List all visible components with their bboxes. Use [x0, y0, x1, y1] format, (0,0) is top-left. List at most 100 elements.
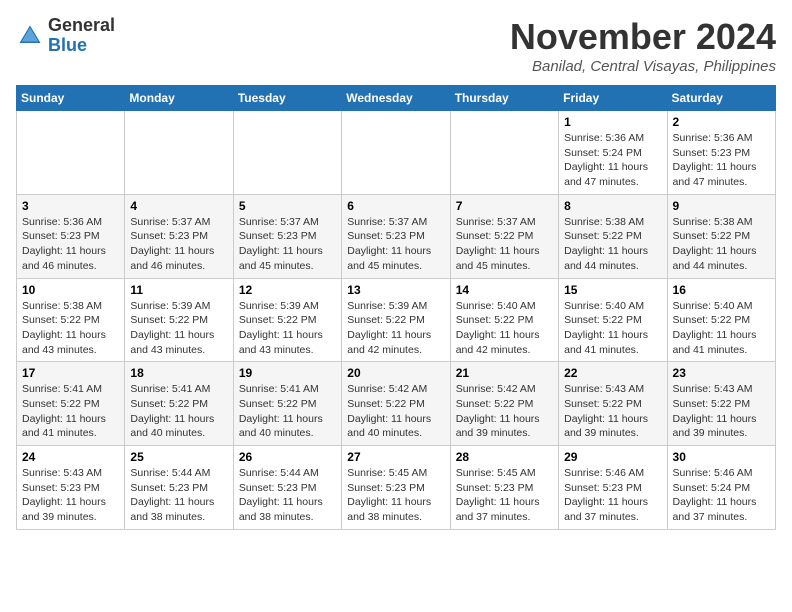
- day-info: Sunrise: 5:40 AM Sunset: 5:22 PM Dayligh…: [564, 299, 661, 358]
- day-number: 16: [673, 283, 770, 297]
- month-title: November 2024: [510, 16, 776, 58]
- day-info: Sunrise: 5:38 AM Sunset: 5:22 PM Dayligh…: [22, 299, 119, 358]
- calendar-cell: 7 Sunrise: 5:37 AM Sunset: 5:22 PM Daylig…: [450, 194, 558, 278]
- day-info: Sunrise: 5:41 AM Sunset: 5:22 PM Dayligh…: [22, 382, 119, 441]
- location: Banilad, Central Visayas, Philippines: [510, 58, 776, 75]
- calendar-cell: 18 Sunrise: 5:41 AM Sunset: 5:22 PM Dayli…: [125, 362, 233, 446]
- day-number: 9: [673, 199, 770, 213]
- calendar-table: SundayMondayTuesdayWednesdayThursdayFrid…: [16, 85, 776, 530]
- day-info: Sunrise: 5:41 AM Sunset: 5:22 PM Dayligh…: [239, 382, 336, 441]
- day-number: 14: [456, 283, 553, 297]
- day-number: 30: [673, 450, 770, 464]
- calendar-week-row: 10 Sunrise: 5:38 AM Sunset: 5:22 PM Dayli…: [17, 278, 776, 362]
- logo-icon: [16, 22, 44, 50]
- day-info: Sunrise: 5:39 AM Sunset: 5:22 PM Dayligh…: [239, 299, 336, 358]
- calendar-cell: 20Sunrise: 5:42 AM Sunset: 5:22 PM Dayli…: [342, 362, 450, 446]
- weekday-header: Thursday: [450, 86, 558, 111]
- day-number: 3: [22, 199, 119, 213]
- day-info: Sunrise: 5:36 AM Sunset: 5:23 PM Dayligh…: [22, 215, 119, 274]
- calendar-cell: 21 Sunrise: 5:42 AM Sunset: 5:22 PM Dayli…: [450, 362, 558, 446]
- calendar-cell: 1Sunrise: 5:36 AM Sunset: 5:24 PM Daylig…: [559, 111, 667, 195]
- calendar-cell: [342, 111, 450, 195]
- calendar-cell: 28 Sunrise: 5:45 AM Sunset: 5:23 PM Dayli…: [450, 446, 558, 530]
- calendar-cell: 16Sunrise: 5:40 AM Sunset: 5:22 PM Dayli…: [667, 278, 775, 362]
- day-info: Sunrise: 5:37 AM Sunset: 5:22 PM Dayligh…: [456, 215, 553, 274]
- day-info: Sunrise: 5:42 AM Sunset: 5:22 PM Dayligh…: [456, 382, 553, 441]
- calendar-cell: 27 Sunrise: 5:45 AM Sunset: 5:23 PM Dayli…: [342, 446, 450, 530]
- day-info: Sunrise: 5:43 AM Sunset: 5:23 PM Dayligh…: [22, 466, 119, 525]
- day-number: 15: [564, 283, 661, 297]
- day-info: Sunrise: 5:42 AM Sunset: 5:22 PM Dayligh…: [347, 382, 444, 441]
- calendar-week-row: 1Sunrise: 5:36 AM Sunset: 5:24 PM Daylig…: [17, 111, 776, 195]
- logo-blue: Blue: [48, 35, 87, 55]
- calendar-cell: 24 Sunrise: 5:43 AM Sunset: 5:23 PM Dayli…: [17, 446, 125, 530]
- day-info: Sunrise: 5:39 AM Sunset: 5:22 PM Dayligh…: [130, 299, 227, 358]
- calendar-cell: 25 Sunrise: 5:44 AM Sunset: 5:23 PM Dayli…: [125, 446, 233, 530]
- day-number: 25: [130, 450, 227, 464]
- weekday-header: Monday: [125, 86, 233, 111]
- title-section: November 2024 Banilad, Central Visayas, …: [510, 16, 776, 75]
- day-number: 10: [22, 283, 119, 297]
- calendar-cell: 17Sunrise: 5:41 AM Sunset: 5:22 PM Dayli…: [17, 362, 125, 446]
- calendar-cell: 23 Sunrise: 5:43 AM Sunset: 5:22 PM Dayli…: [667, 362, 775, 446]
- calendar-cell: 3 Sunrise: 5:36 AM Sunset: 5:23 PM Daylig…: [17, 194, 125, 278]
- day-number: 1: [564, 115, 661, 129]
- day-number: 22: [564, 366, 661, 380]
- calendar-week-row: 17Sunrise: 5:41 AM Sunset: 5:22 PM Dayli…: [17, 362, 776, 446]
- day-info: Sunrise: 5:45 AM Sunset: 5:23 PM Dayligh…: [456, 466, 553, 525]
- calendar-cell: 26 Sunrise: 5:44 AM Sunset: 5:23 PM Dayli…: [233, 446, 341, 530]
- logo-general: General: [48, 15, 115, 35]
- calendar-cell: 19Sunrise: 5:41 AM Sunset: 5:22 PM Dayli…: [233, 362, 341, 446]
- day-info: Sunrise: 5:37 AM Sunset: 5:23 PM Dayligh…: [239, 215, 336, 274]
- day-info: Sunrise: 5:43 AM Sunset: 5:22 PM Dayligh…: [564, 382, 661, 441]
- day-info: Sunrise: 5:38 AM Sunset: 5:22 PM Dayligh…: [673, 215, 770, 274]
- day-number: 21: [456, 366, 553, 380]
- calendar-cell: 13Sunrise: 5:39 AM Sunset: 5:22 PM Dayli…: [342, 278, 450, 362]
- calendar-cell: 22 Sunrise: 5:43 AM Sunset: 5:22 PM Dayli…: [559, 362, 667, 446]
- day-number: 4: [130, 199, 227, 213]
- day-number: 26: [239, 450, 336, 464]
- day-info: Sunrise: 5:36 AM Sunset: 5:23 PM Dayligh…: [673, 131, 770, 190]
- day-info: Sunrise: 5:46 AM Sunset: 5:24 PM Dayligh…: [673, 466, 770, 525]
- day-number: 23: [673, 366, 770, 380]
- day-number: 5: [239, 199, 336, 213]
- calendar-cell: 9 Sunrise: 5:38 AM Sunset: 5:22 PM Daylig…: [667, 194, 775, 278]
- weekday-header: Friday: [559, 86, 667, 111]
- calendar-cell: [450, 111, 558, 195]
- calendar-cell: [125, 111, 233, 195]
- day-number: 13: [347, 283, 444, 297]
- day-number: 12: [239, 283, 336, 297]
- calendar-cell: 30 Sunrise: 5:46 AM Sunset: 5:24 PM Dayli…: [667, 446, 775, 530]
- calendar-cell: 6Sunrise: 5:37 AM Sunset: 5:23 PM Daylig…: [342, 194, 450, 278]
- calendar-cell: 11Sunrise: 5:39 AM Sunset: 5:22 PM Dayli…: [125, 278, 233, 362]
- calendar-cell: 4 Sunrise: 5:37 AM Sunset: 5:23 PM Daylig…: [125, 194, 233, 278]
- day-number: 18: [130, 366, 227, 380]
- day-info: Sunrise: 5:41 AM Sunset: 5:22 PM Dayligh…: [130, 382, 227, 441]
- calendar-week-row: 24 Sunrise: 5:43 AM Sunset: 5:23 PM Dayli…: [17, 446, 776, 530]
- calendar-cell: 14 Sunrise: 5:40 AM Sunset: 5:22 PM Dayli…: [450, 278, 558, 362]
- calendar-cell: 29Sunrise: 5:46 AM Sunset: 5:23 PM Dayli…: [559, 446, 667, 530]
- day-info: Sunrise: 5:45 AM Sunset: 5:23 PM Dayligh…: [347, 466, 444, 525]
- day-number: 24: [22, 450, 119, 464]
- weekday-header: Saturday: [667, 86, 775, 111]
- day-number: 27: [347, 450, 444, 464]
- weekday-header: Sunday: [17, 86, 125, 111]
- calendar-cell: 10 Sunrise: 5:38 AM Sunset: 5:22 PM Dayli…: [17, 278, 125, 362]
- day-info: Sunrise: 5:44 AM Sunset: 5:23 PM Dayligh…: [239, 466, 336, 525]
- day-info: Sunrise: 5:44 AM Sunset: 5:23 PM Dayligh…: [130, 466, 227, 525]
- day-info: Sunrise: 5:43 AM Sunset: 5:22 PM Dayligh…: [673, 382, 770, 441]
- logo-text: General Blue: [48, 16, 115, 56]
- day-number: 29: [564, 450, 661, 464]
- calendar-cell: 2Sunrise: 5:36 AM Sunset: 5:23 PM Daylig…: [667, 111, 775, 195]
- day-number: 28: [456, 450, 553, 464]
- day-info: Sunrise: 5:40 AM Sunset: 5:22 PM Dayligh…: [456, 299, 553, 358]
- calendar-cell: 15 Sunrise: 5:40 AM Sunset: 5:22 PM Dayli…: [559, 278, 667, 362]
- day-info: Sunrise: 5:37 AM Sunset: 5:23 PM Dayligh…: [130, 215, 227, 274]
- day-number: 8: [564, 199, 661, 213]
- calendar-cell: 8Sunrise: 5:38 AM Sunset: 5:22 PM Daylig…: [559, 194, 667, 278]
- day-number: 7: [456, 199, 553, 213]
- weekday-header-row: SundayMondayTuesdayWednesdayThursdayFrid…: [17, 86, 776, 111]
- day-info: Sunrise: 5:37 AM Sunset: 5:23 PM Dayligh…: [347, 215, 444, 274]
- page-header: General Blue November 2024 Banilad, Cent…: [16, 16, 776, 75]
- calendar-week-row: 3 Sunrise: 5:36 AM Sunset: 5:23 PM Daylig…: [17, 194, 776, 278]
